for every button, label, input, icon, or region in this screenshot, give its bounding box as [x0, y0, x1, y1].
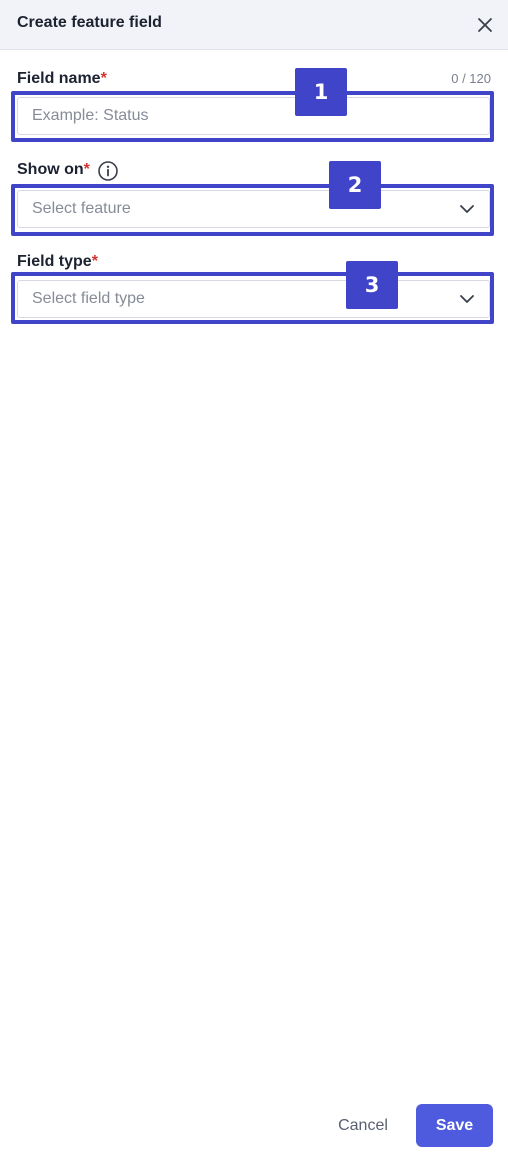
annotation-badge-2: 2	[329, 161, 381, 209]
highlight-box-2	[11, 184, 494, 236]
field-name-label-text: Field name	[17, 70, 101, 87]
close-icon	[478, 18, 492, 32]
field-type-label-text: Field type	[17, 253, 92, 270]
field-name-label: Field name*	[17, 70, 107, 88]
required-mark: *	[100, 70, 107, 87]
cancel-button[interactable]: Cancel	[328, 1106, 398, 1146]
show-on-label-text: Show on	[17, 161, 84, 178]
save-button[interactable]: Save	[416, 1104, 493, 1147]
panel-title: Create feature field	[17, 14, 162, 31]
annotation-badge-3: 3	[346, 261, 398, 309]
character-counter: 0 / 120	[451, 71, 491, 86]
field-type-label: Field type*	[17, 253, 98, 271]
required-mark: *	[91, 253, 98, 270]
create-feature-field-panel: Create feature field Field name* 0 / 120…	[0, 0, 508, 1166]
highlight-box-1	[11, 91, 494, 142]
annotation-badge-1: 1	[295, 68, 347, 116]
highlight-box-3	[11, 272, 494, 324]
show-on-label: Show on*	[17, 161, 90, 179]
close-button[interactable]	[474, 14, 496, 36]
info-icon[interactable]	[97, 160, 119, 182]
panel-header: Create feature field	[0, 0, 508, 50]
required-mark: *	[83, 161, 90, 178]
